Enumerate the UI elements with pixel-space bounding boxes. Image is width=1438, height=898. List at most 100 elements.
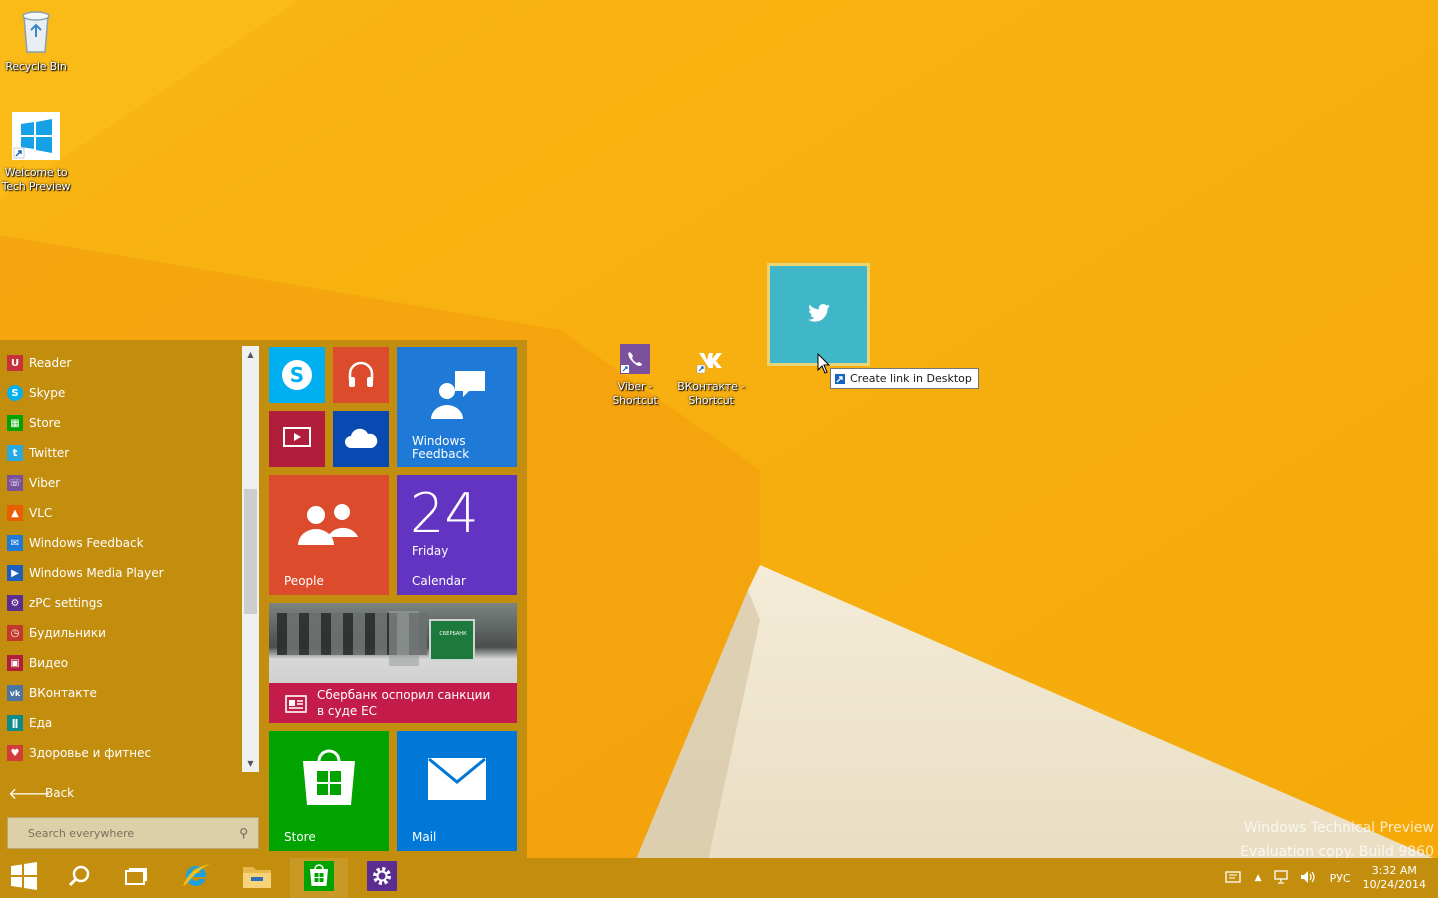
app-list: U Reader S Skype ▦ Store t Twitter ☏ Vib… bbox=[0, 348, 240, 768]
file-explorer-button[interactable] bbox=[228, 858, 286, 898]
system-tray: ▲ РУС 3:32 AM 10/24/2014 bbox=[1224, 858, 1438, 898]
settings-taskbar-button[interactable] bbox=[353, 858, 411, 898]
app-label: Windows Media Player bbox=[29, 566, 164, 580]
back-arrow-icon: 🡐 bbox=[8, 784, 51, 803]
file-explorer-icon bbox=[242, 863, 272, 893]
app-label: VLC bbox=[29, 506, 53, 520]
app-item-alarms[interactable]: ◷ Будильники bbox=[0, 618, 240, 648]
feedback-icon bbox=[427, 369, 487, 429]
desktop-icon-vk-shortcut[interactable]: ВКонтакте - Shortcut bbox=[673, 344, 749, 408]
app-item-viber[interactable]: ☏ Viber bbox=[0, 468, 240, 498]
search-button[interactable] bbox=[50, 858, 108, 898]
app-item-health[interactable]: ♥ Здоровье и фитнес bbox=[0, 738, 240, 768]
sberbank-sign bbox=[429, 619, 475, 661]
desktop-icon-viber-shortcut[interactable]: Viber - Shortcut bbox=[597, 344, 673, 408]
tile-music[interactable] bbox=[333, 347, 389, 403]
action-center-icon[interactable] bbox=[1224, 870, 1241, 886]
twitter-bird-icon bbox=[807, 303, 830, 326]
feedback-icon: ✉ bbox=[7, 535, 23, 551]
app-item-video[interactable]: ▣ Видео bbox=[0, 648, 240, 678]
tile-people[interactable]: People bbox=[269, 475, 389, 595]
tile-store[interactable]: Store bbox=[269, 731, 389, 851]
tooltip-text: Create link in Desktop bbox=[850, 372, 972, 385]
search-placeholder: Search everywhere bbox=[28, 826, 135, 840]
network-icon[interactable] bbox=[1273, 869, 1290, 887]
app-item-skype[interactable]: S Skype bbox=[0, 378, 240, 408]
cloud-icon bbox=[343, 427, 379, 453]
food-icon: ǁ bbox=[7, 715, 23, 731]
desktop-icon-welcome[interactable]: Welcome to Tech Preview bbox=[0, 112, 74, 194]
app-label: Reader bbox=[29, 356, 72, 370]
chevron-up-icon[interactable]: ▲ bbox=[1255, 873, 1262, 883]
app-item-reader[interactable]: U Reader bbox=[0, 348, 240, 378]
tile-video[interactable] bbox=[269, 411, 325, 467]
video-icon: ▣ bbox=[7, 655, 23, 671]
watermark-line1: Windows Technical Preview bbox=[1243, 820, 1434, 836]
scroll-down-icon[interactable]: ▼ bbox=[242, 755, 259, 772]
app-list-scrollbar[interactable]: ▲ ▼ bbox=[242, 346, 259, 772]
app-label: ВКонтакте bbox=[29, 686, 97, 700]
tile-news[interactable]: СБЕРБАНК Сбербанк оспорил санкции в суде… bbox=[269, 603, 517, 723]
tile-mail[interactable]: Mail bbox=[397, 731, 517, 851]
app-label: Skype bbox=[29, 386, 66, 400]
start-button[interactable] bbox=[0, 858, 53, 898]
app-label: Здоровье и фитнес bbox=[29, 746, 152, 760]
app-item-vlc[interactable]: ▲ VLC bbox=[0, 498, 240, 528]
app-item-twitter[interactable]: t Twitter bbox=[0, 438, 240, 468]
scrollbar-thumb[interactable] bbox=[244, 489, 257, 614]
app-item-store[interactable]: ▦ Store bbox=[0, 408, 240, 438]
calendar-day-number: 24 bbox=[410, 482, 479, 545]
app-label: zPC settings bbox=[29, 596, 103, 610]
calendar-day-name: Friday bbox=[412, 544, 449, 558]
start-icon bbox=[10, 862, 38, 894]
news-headline: Сбербанк оспорил санкции в суде ЕС bbox=[317, 687, 490, 719]
video-icon bbox=[283, 427, 311, 453]
app-label: Viber bbox=[29, 476, 61, 490]
desktop-icon-label: Recycle Bin bbox=[5, 60, 67, 73]
news-icon bbox=[285, 695, 307, 717]
tile-skype[interactable]: S bbox=[269, 347, 325, 403]
desktop-icon-recycle-bin[interactable]: Recycle Bin bbox=[0, 6, 74, 74]
gear-icon: ⚙ bbox=[7, 595, 23, 611]
search-icon: ⚲ bbox=[239, 826, 248, 840]
app-item-windows-feedback[interactable]: ✉ Windows Feedback bbox=[0, 528, 240, 558]
back-label: Back bbox=[45, 786, 75, 800]
tile-label: Calendar bbox=[412, 574, 466, 588]
people-icon bbox=[296, 501, 360, 551]
tile-windows-feedback[interactable]: Windows Feedback bbox=[397, 347, 517, 467]
vk-icon: vk bbox=[7, 685, 23, 701]
input-language-indicator[interactable]: РУС bbox=[1330, 872, 1351, 885]
twitter-icon: t bbox=[7, 445, 23, 461]
app-item-windows-media-player[interactable]: ▶ Windows Media Player bbox=[0, 558, 240, 588]
clock-time: 3:32 AM bbox=[1371, 864, 1417, 877]
reader-icon: U bbox=[7, 355, 23, 371]
search-icon bbox=[67, 864, 91, 892]
internet-explorer-button[interactable] bbox=[167, 858, 225, 898]
news-headline-line2: в суде ЕС bbox=[317, 704, 378, 718]
store-bag-icon bbox=[301, 747, 357, 813]
envelope-icon bbox=[428, 757, 486, 804]
store-taskbar-button[interactable] bbox=[290, 858, 348, 898]
tile-label: Mail bbox=[412, 830, 437, 844]
store-icon bbox=[304, 861, 334, 895]
app-item-food[interactable]: ǁ Еда bbox=[0, 708, 240, 738]
clock[interactable]: 3:32 AM 10/24/2014 bbox=[1363, 864, 1426, 892]
app-item-zpc-settings[interactable]: ⚙ zPC settings bbox=[0, 588, 240, 618]
mouse-cursor-icon bbox=[817, 353, 831, 374]
task-view-button[interactable] bbox=[107, 858, 165, 898]
tile-onedrive[interactable] bbox=[333, 411, 389, 467]
viber-icon: ☏ bbox=[7, 475, 23, 491]
tile-calendar[interactable]: 24 Friday Calendar bbox=[397, 475, 517, 595]
scroll-up-icon[interactable]: ▲ bbox=[242, 346, 259, 363]
volume-icon[interactable] bbox=[1300, 870, 1316, 887]
news-photo: СБЕРБАНК bbox=[269, 603, 517, 683]
dragged-twitter-tile[interactable] bbox=[767, 263, 870, 366]
skype-icon: S bbox=[7, 385, 23, 401]
tile-label: Windows Feedback bbox=[412, 435, 469, 461]
app-label: Windows Feedback bbox=[29, 536, 144, 550]
tile-label-line1: Windows bbox=[412, 434, 466, 448]
settings-icon bbox=[367, 861, 397, 895]
back-button[interactable]: 🡐 Back bbox=[8, 780, 238, 806]
app-item-vkontakte[interactable]: vk ВКонтакте bbox=[0, 678, 240, 708]
search-input[interactable]: Search everywhere ⚲ bbox=[7, 817, 259, 849]
